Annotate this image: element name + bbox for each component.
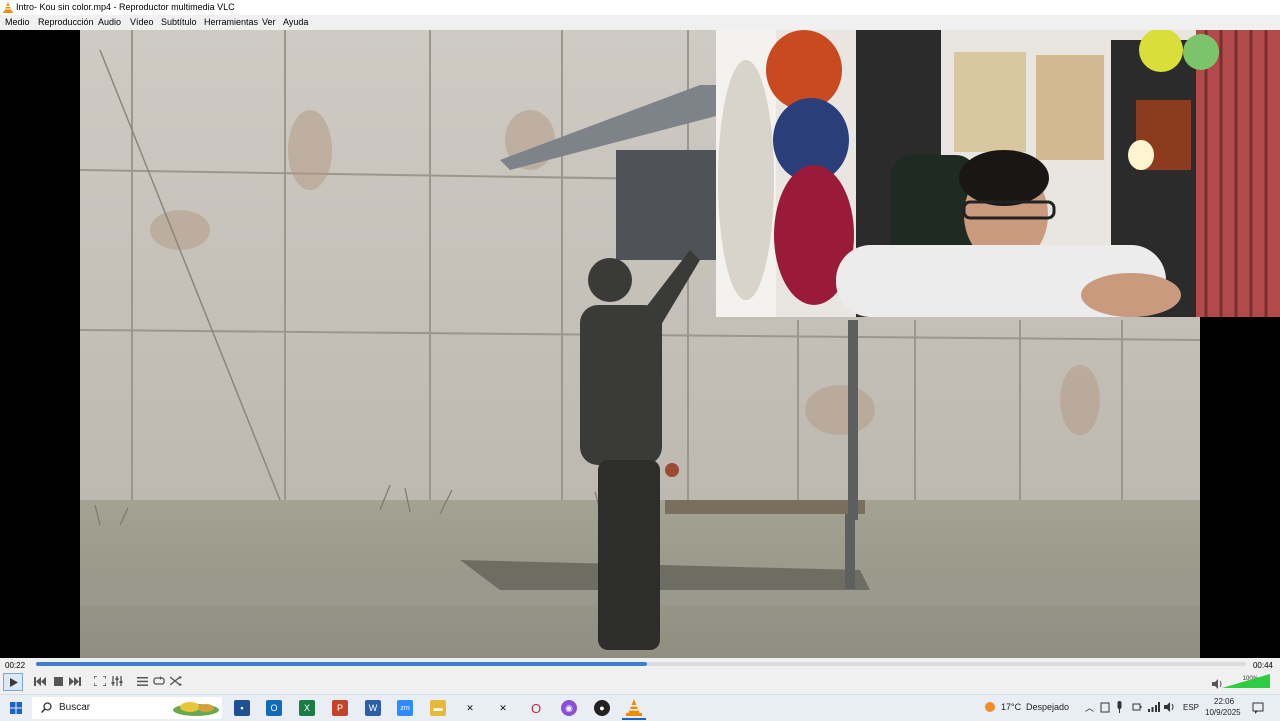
playlist-button[interactable] — [134, 674, 150, 688]
seek-bar[interactable] — [36, 662, 1246, 666]
webcam-overlay — [716, 30, 1280, 317]
play-button[interactable] — [3, 673, 23, 691]
search-highlight-icon — [173, 702, 219, 716]
search-placeholder: Buscar — [59, 702, 91, 713]
shuffle-icon — [170, 676, 182, 686]
taskbar-search[interactable]: Buscar — [32, 697, 222, 719]
window-titlebar: Intro- Kou sin color.mp4 - Reproductor m… — [0, 0, 1280, 15]
menu-ver[interactable]: Ver — [262, 15, 276, 30]
shuffle-button[interactable] — [168, 674, 184, 688]
extended-settings-button[interactable] — [109, 674, 125, 688]
menu-medio[interactable]: Medio — [5, 15, 30, 30]
menu-subtitulo[interactable]: Subtítulo — [161, 15, 197, 30]
menu-reproduccion[interactable]: Reproducción — [38, 15, 94, 30]
player-controls: 00:22 00:44 100% — [0, 658, 1280, 694]
notifications-icon[interactable] — [1252, 702, 1264, 714]
volume-level — [1222, 674, 1270, 688]
vlc-cone-icon — [3, 2, 13, 13]
taskbar-vlc-icon[interactable] — [626, 699, 642, 716]
tray-battery-icon[interactable] — [1132, 702, 1142, 712]
volume-slider[interactable] — [1222, 674, 1270, 688]
tray-chevron-icon[interactable]: ︿ — [1085, 701, 1094, 714]
taskbar-folder-icon[interactable]: ▬ — [430, 700, 446, 716]
next-icon — [69, 676, 81, 686]
tray-device-icon[interactable] — [1100, 702, 1110, 713]
loop-icon — [153, 676, 165, 685]
taskbar-capcut2-icon[interactable]: ✕ — [495, 700, 511, 716]
previous-icon — [34, 676, 46, 686]
tray-microphone-icon[interactable] — [1116, 701, 1123, 713]
taskbar-obs-icon[interactable]: ● — [594, 700, 610, 716]
taskbar-word-icon[interactable]: W — [365, 700, 381, 716]
video-output[interactable] — [0, 30, 1280, 658]
windows-taskbar: Buscar ▪ O X P W zm ▬ ✕ ✕ O ◉ ● 17°C Des… — [0, 694, 1280, 721]
tray-volume-icon[interactable] — [1164, 702, 1176, 712]
previous-button[interactable] — [32, 674, 48, 688]
clock-date[interactable]: 10/9/2025 — [1205, 708, 1241, 717]
weather-temperature[interactable]: 17°C — [1001, 702, 1021, 712]
weather-icon[interactable] — [983, 700, 997, 714]
menu-video[interactable]: Vídeo — [130, 15, 154, 30]
search-icon — [41, 702, 52, 713]
taskbar-capcut-icon[interactable]: ✕ — [462, 700, 478, 716]
seek-progress — [36, 662, 648, 666]
stop-icon — [53, 676, 63, 686]
elapsed-time: 00:22 — [5, 661, 26, 670]
loop-button[interactable] — [151, 674, 167, 688]
taskbar-messenger-icon[interactable]: ◉ — [561, 700, 577, 716]
language-indicator[interactable]: ESP — [1183, 703, 1199, 712]
menu-herramientas[interactable]: Herramientas — [204, 15, 258, 30]
windows-start-icon[interactable] — [10, 702, 22, 714]
stop-button[interactable] — [50, 674, 66, 688]
taskbar-outlook-icon[interactable]: O — [266, 700, 282, 716]
next-button[interactable] — [67, 674, 83, 688]
taskbar-zoom-icon[interactable]: zm — [397, 700, 413, 716]
taskbar-excel-icon[interactable]: X — [299, 700, 315, 716]
playlist-icon — [136, 676, 148, 686]
menu-audio[interactable]: Audio — [98, 15, 121, 30]
taskbar-store-icon[interactable]: ▪ — [234, 700, 250, 716]
play-icon — [9, 677, 18, 687]
taskbar-opera-icon[interactable]: O — [528, 700, 544, 716]
tray-network-icon[interactable] — [1148, 702, 1160, 712]
window-title: Intro- Kou sin color.mp4 - Reproductor m… — [16, 2, 235, 12]
clock-time[interactable]: 22:06 — [1214, 697, 1234, 706]
fullscreen-button[interactable] — [92, 674, 108, 688]
equalizer-icon — [111, 676, 123, 686]
menu-bar: Medio Reproducción Audio Vídeo Subtítulo… — [0, 15, 1280, 30]
total-time: 00:44 — [1252, 661, 1273, 670]
fullscreen-icon — [94, 676, 106, 686]
weather-description[interactable]: Despejado — [1026, 702, 1069, 712]
menu-ayuda[interactable]: Ayuda — [283, 15, 308, 30]
taskbar-powerpoint-icon[interactable]: P — [332, 700, 348, 716]
